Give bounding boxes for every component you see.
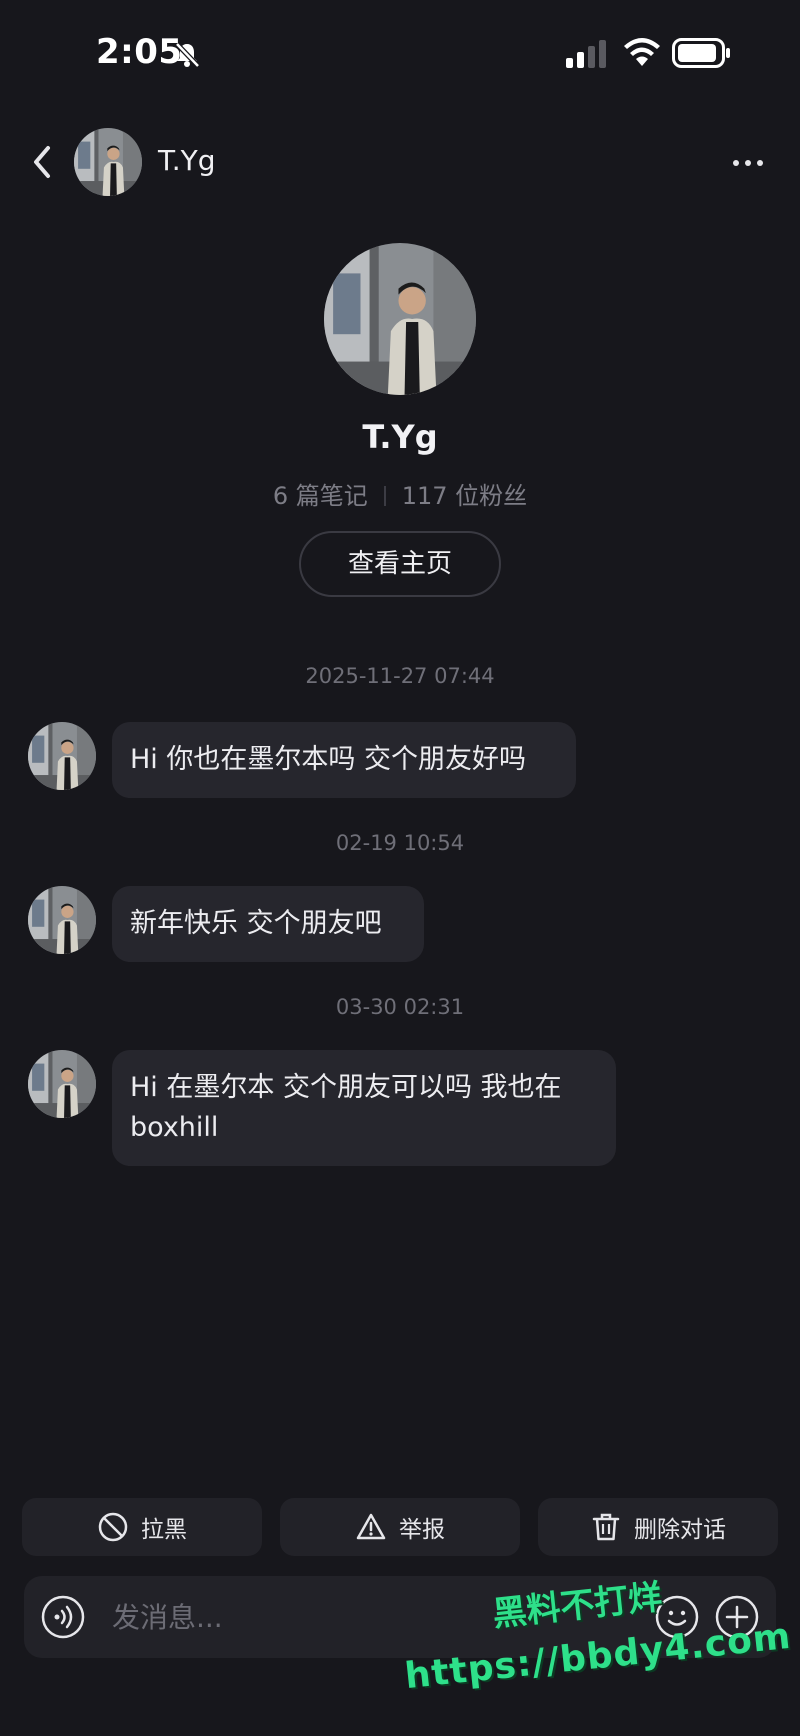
battery-icon (672, 38, 730, 68)
warning-icon (356, 1513, 386, 1540)
report-label: 举报 (399, 1517, 445, 1543)
delete-chat-button[interactable]: 删除对话 (538, 1498, 778, 1556)
message-bubble[interactable]: Hi 在墨尔本 交个朋友可以吗 我也在 boxhill (112, 1050, 616, 1166)
status-bar: 2:05 (0, 0, 800, 110)
profile-avatar[interactable] (324, 243, 476, 395)
stats-divider (383, 486, 386, 506)
status-time: 2:05 (96, 32, 183, 72)
message-bubble[interactable]: 新年快乐 交个朋友吧 (112, 886, 424, 962)
message-avatar[interactable] (28, 1050, 96, 1118)
trash-icon (592, 1513, 620, 1541)
profile-name: T.Yg (362, 418, 438, 456)
wifi-icon (624, 38, 660, 66)
block-button[interactable]: 拉黑 (22, 1498, 262, 1556)
message-timestamp: 02-19 10:54 (335, 831, 465, 855)
message-timestamp: 2025-11-27 07:44 (305, 664, 495, 688)
message-avatar[interactable] (28, 886, 96, 954)
header-username[interactable]: T.Yg (158, 144, 216, 177)
block-icon (98, 1512, 128, 1542)
signal-icon (566, 40, 606, 68)
block-label: 拉黑 (141, 1517, 187, 1543)
notes-count: 6 篇笔记 (272, 482, 368, 510)
delete-chat-label: 删除对话 (634, 1517, 726, 1543)
followers-count: 117 位粉丝 (401, 482, 528, 510)
more-dots-icon[interactable] (728, 148, 768, 178)
message-avatar[interactable] (28, 722, 96, 790)
message-bubble[interactable]: Hi 你也在墨尔本吗 交个朋友好吗 (112, 722, 576, 798)
back-arrow-icon[interactable] (24, 140, 64, 184)
message-timestamp: 03-30 02:31 (335, 995, 465, 1019)
view-profile-button[interactable]: 查看主页 (299, 531, 501, 597)
report-button[interactable]: 举报 (280, 1498, 520, 1556)
chat-header: T.Yg (0, 120, 800, 210)
header-avatar[interactable] (74, 128, 142, 196)
profile-stats: 6 篇笔记 117 位粉丝 (0, 476, 800, 511)
bell-slash-icon (175, 42, 200, 68)
voice-icon[interactable] (40, 1594, 86, 1640)
